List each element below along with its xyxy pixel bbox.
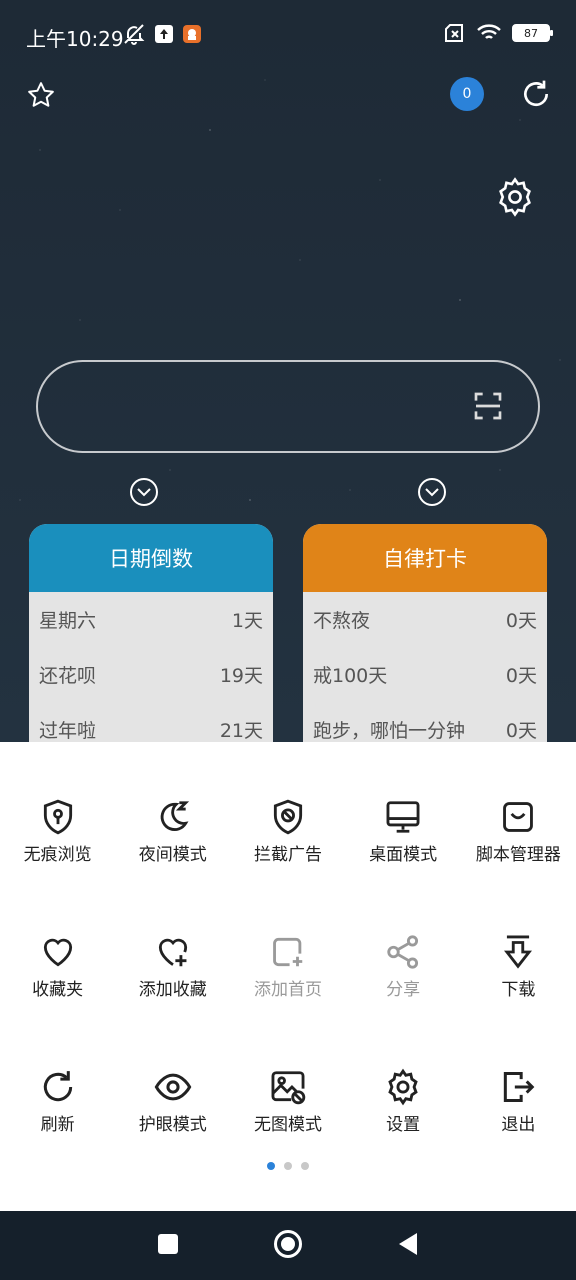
menu-item-desktop-mode[interactable]: 桌面模式 bbox=[346, 798, 461, 933]
heart-plus-icon bbox=[158, 938, 187, 967]
system-nav-bar bbox=[0, 1211, 576, 1280]
moon-icon bbox=[160, 801, 189, 831]
scan-button[interactable] bbox=[472, 390, 504, 426]
no-image-icon bbox=[271, 1071, 306, 1105]
exit-icon bbox=[504, 1072, 535, 1102]
star-icon bbox=[28, 82, 54, 107]
page-dot[interactable] bbox=[267, 1162, 275, 1170]
app-notification-icon bbox=[183, 25, 201, 43]
star-button[interactable] bbox=[26, 80, 56, 110]
gear-icon bbox=[499, 177, 531, 217]
menu-item-add-home[interactable]: 添加首页 bbox=[230, 933, 345, 1068]
wifi-icon bbox=[477, 24, 501, 39]
search-input[interactable] bbox=[68, 386, 468, 430]
menu-item-script-manager[interactable]: 脚本管理器 bbox=[461, 798, 576, 933]
list-item[interactable]: 过年啦 21天 bbox=[29, 702, 273, 746]
page-dot[interactable] bbox=[301, 1162, 309, 1170]
home-circle-icon bbox=[274, 1229, 302, 1258]
gear-icon bbox=[388, 1068, 418, 1106]
list-item[interactable]: 不熬夜 0天 bbox=[303, 592, 547, 647]
incognito-shield-icon bbox=[43, 799, 72, 835]
back-triangle-icon bbox=[399, 1232, 417, 1255]
checkin-card-title: 自律打卡 bbox=[303, 524, 547, 592]
menu-item-night-mode[interactable]: 夜间模式 bbox=[115, 798, 230, 933]
page-indicator bbox=[0, 1162, 576, 1170]
menu-item-incognito[interactable]: 无痕浏览 bbox=[0, 798, 115, 933]
menu-item-refresh[interactable]: 刷新 bbox=[0, 1068, 115, 1203]
chevron-down-icon bbox=[130, 478, 158, 506]
expand-countdown-button[interactable] bbox=[129, 477, 159, 507]
refresh-icon bbox=[43, 1071, 72, 1102]
menu-item-download[interactable]: 下载 bbox=[461, 933, 576, 1068]
menu-grid: 无痕浏览 夜间模式 拦截广告 桌面模式 脚本管理器 收藏夹 添加收藏 添加首页 … bbox=[0, 798, 576, 1203]
menu-item-ad-block[interactable]: 拦截广告 bbox=[230, 798, 345, 933]
settings-button[interactable] bbox=[494, 176, 536, 218]
refresh-icon bbox=[524, 80, 549, 107]
menu-item-favorites[interactable]: 收藏夹 bbox=[0, 933, 115, 1068]
chevron-down-icon bbox=[418, 478, 446, 506]
checkin-card[interactable]: 自律打卡 不熬夜 0天 戒100天 0天 跑步，哪怕一分钟 0天 bbox=[303, 524, 547, 746]
status-time: 上午10:29 bbox=[26, 27, 124, 51]
list-item[interactable]: 戒100天 0天 bbox=[303, 647, 547, 702]
download-icon bbox=[504, 935, 533, 969]
countdown-card-title: 日期倒数 bbox=[29, 524, 273, 592]
menu-item-eye-care[interactable]: 护眼模式 bbox=[115, 1068, 230, 1203]
upload-icon bbox=[155, 25, 173, 43]
list-item[interactable]: 跑步，哪怕一分钟 0天 bbox=[303, 702, 547, 746]
share-icon bbox=[387, 935, 419, 969]
heart-icon bbox=[43, 938, 72, 967]
back-button[interactable] bbox=[397, 1232, 419, 1260]
scan-icon bbox=[474, 392, 502, 420]
menu-sheet: 无痕浏览 夜间模式 拦截广告 桌面模式 脚本管理器 收藏夹 添加收藏 添加首页 … bbox=[0, 742, 576, 1211]
desktop-icon bbox=[386, 801, 420, 833]
menu-item-no-image[interactable]: 无图模式 bbox=[230, 1068, 345, 1203]
no-sim-icon bbox=[445, 24, 463, 42]
ad-block-shield-icon bbox=[273, 799, 303, 835]
countdown-card[interactable]: 日期倒数 星期六 1天 还花呗 19天 过年啦 21天 bbox=[29, 524, 273, 746]
menu-item-share[interactable]: 分享 bbox=[346, 933, 461, 1068]
list-item[interactable]: 星期六 1天 bbox=[29, 592, 273, 647]
home-button[interactable] bbox=[273, 1229, 303, 1263]
search-bar[interactable] bbox=[36, 360, 540, 453]
status-bar: 上午10:29 87 bbox=[0, 0, 576, 70]
reload-button[interactable] bbox=[520, 78, 552, 110]
page-dot[interactable] bbox=[284, 1162, 292, 1170]
tab-count-badge[interactable]: 0 bbox=[450, 77, 484, 111]
battery-indicator: 87 bbox=[512, 24, 553, 42]
bell-off-icon bbox=[124, 24, 145, 45]
list-item[interactable]: 还花呗 19天 bbox=[29, 647, 273, 702]
add-home-icon bbox=[273, 937, 303, 967]
eye-icon bbox=[154, 1073, 192, 1101]
recents-button[interactable] bbox=[157, 1233, 179, 1259]
menu-item-add-favorite[interactable]: 添加收藏 bbox=[115, 933, 230, 1068]
menu-item-settings[interactable]: 设置 bbox=[346, 1068, 461, 1203]
expand-checkin-button[interactable] bbox=[417, 477, 447, 507]
menu-item-exit[interactable]: 退出 bbox=[461, 1068, 576, 1203]
script-icon bbox=[503, 802, 534, 832]
square-icon bbox=[158, 1233, 178, 1254]
